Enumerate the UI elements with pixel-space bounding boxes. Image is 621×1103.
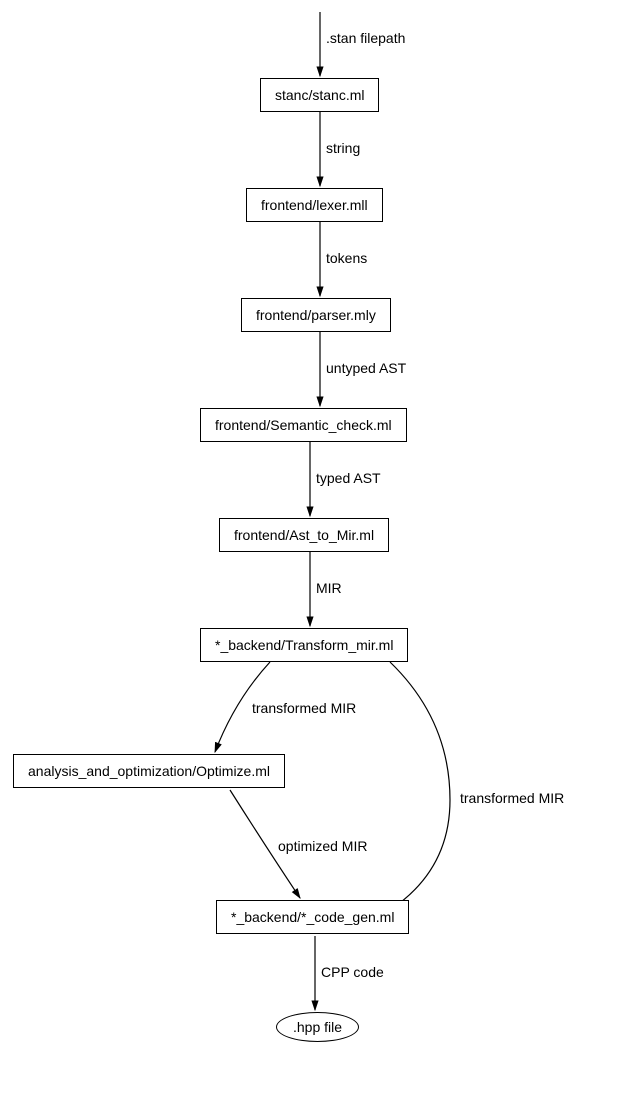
node-ast-to-mir: frontend/Ast_to_Mir.ml (219, 518, 389, 552)
edge-label-optimized-mir: optimized MIR (278, 838, 367, 854)
edge-label-transformed-mir-right: transformed MIR (460, 790, 564, 806)
node-stanc: stanc/stanc.ml (260, 78, 379, 112)
node-semantic-check: frontend/Semantic_check.ml (200, 408, 407, 442)
edge-label-string: string (326, 140, 360, 156)
node-optimize: analysis_and_optimization/Optimize.ml (13, 754, 285, 788)
edge-label-mir: MIR (316, 580, 342, 596)
edge-label-typed-ast: typed AST (316, 470, 381, 486)
node-lexer: frontend/lexer.mll (246, 188, 383, 222)
edge-label-untyped-ast: untyped AST (326, 360, 406, 376)
node-transform-mir: *_backend/Transform_mir.ml (200, 628, 408, 662)
edge-label-tokens: tokens (326, 250, 367, 266)
edge-label-cpp-code: CPP code (321, 964, 384, 980)
node-code-gen: *_backend/*_code_gen.ml (216, 900, 409, 934)
edge-label-stan-filepath: .stan filepath (326, 30, 405, 46)
node-hpp-file: .hpp file (276, 1012, 359, 1042)
edge-label-transformed-mir-left: transformed MIR (252, 700, 356, 716)
node-parser: frontend/parser.mly (241, 298, 391, 332)
